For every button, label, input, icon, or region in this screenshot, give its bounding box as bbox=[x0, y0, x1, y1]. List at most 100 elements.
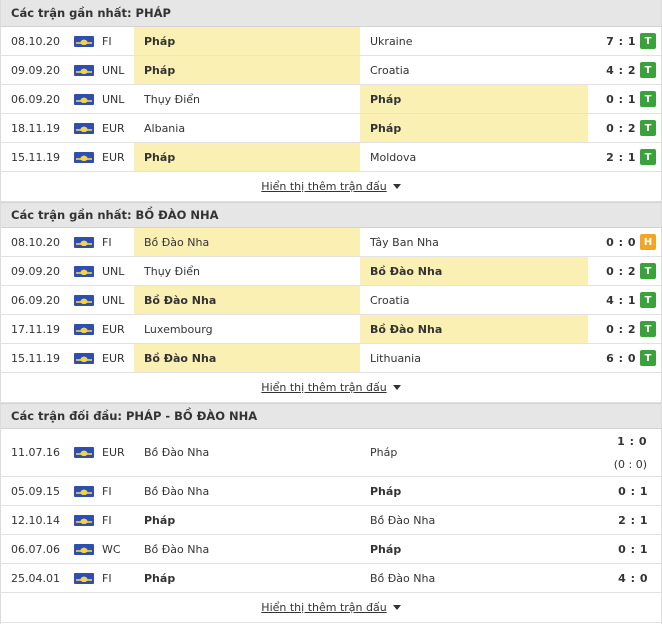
match-date: 06.09.20 bbox=[11, 293, 60, 307]
home-team-cell[interactable]: Bồ Đào Nha bbox=[134, 344, 360, 372]
match-row[interactable]: 08.10.20 FI Bồ Đào Nha Tây Ban Nha 0 : 0 H bbox=[1, 228, 661, 257]
match-score: 2 : 1 bbox=[618, 513, 648, 527]
section-0: Các trận gần nhất: PHÁP 08.10.20 FI Pháp Ukr… bbox=[1, 0, 661, 202]
section-title: Các trận gần nhất: PHÁP bbox=[1, 0, 661, 27]
match-row[interactable]: 18.11.19 EUR Albania Pháp 0 : 2 T bbox=[1, 114, 661, 143]
home-team-cell[interactable]: Pháp bbox=[134, 564, 360, 592]
match-row[interactable]: 15.11.19 EUR Pháp Moldova 2 : 1 T bbox=[1, 143, 661, 172]
match-row[interactable]: 05.09.15 FI Bồ Đào Nha Pháp 0 : 1 bbox=[1, 477, 661, 506]
home-team-cell[interactable]: Bồ Đào Nha bbox=[134, 228, 360, 256]
match-score: 0 : 2 bbox=[606, 322, 636, 336]
world-flag-icon bbox=[74, 236, 94, 248]
world-flag-icon bbox=[74, 485, 94, 497]
show-more-row: Hiển thị thêm trận đấu bbox=[1, 593, 661, 623]
competition-code: EUR bbox=[102, 446, 125, 459]
score-stack: 1 : 0 (0 : 0) bbox=[614, 433, 647, 475]
match-date: 05.09.15 bbox=[11, 484, 60, 498]
world-flag-icon bbox=[74, 572, 94, 584]
away-team: Moldova bbox=[370, 150, 417, 164]
result-badge: T bbox=[640, 321, 656, 337]
match-score: 0 : 1 bbox=[606, 92, 636, 106]
home-team: Bồ Đào Nha bbox=[144, 235, 210, 249]
match-date: 09.09.20 bbox=[11, 264, 60, 278]
away-team-cell[interactable]: Bồ Đào Nha bbox=[360, 564, 588, 592]
away-team-cell[interactable]: Pháp bbox=[360, 85, 588, 113]
show-more-row: Hiển thị thêm trận đấu bbox=[1, 373, 661, 403]
home-team-cell[interactable]: Pháp bbox=[134, 27, 360, 55]
away-team-cell[interactable]: Bồ Đào Nha bbox=[360, 315, 588, 343]
show-more-link[interactable]: Hiển thị thêm trận đấu bbox=[261, 601, 401, 614]
match-score: 4 : 1 bbox=[606, 293, 636, 307]
home-team-cell[interactable]: Bồ Đào Nha bbox=[134, 477, 360, 505]
show-more-link[interactable]: Hiển thị thêm trận đấu bbox=[261, 381, 401, 394]
home-team-cell[interactable]: Bồ Đào Nha bbox=[134, 286, 360, 314]
home-team: Thụy Điển bbox=[144, 92, 200, 106]
home-team-cell[interactable]: Luxembourg bbox=[134, 315, 360, 343]
match-date: 15.11.19 bbox=[11, 150, 60, 164]
match-score: 0 : 2 bbox=[606, 121, 636, 135]
away-team-cell[interactable]: Tây Ban Nha bbox=[360, 228, 588, 256]
away-team-cell[interactable]: Moldova bbox=[360, 143, 588, 171]
world-flag-icon bbox=[74, 93, 94, 105]
away-team-cell[interactable]: Bồ Đào Nha bbox=[360, 506, 588, 534]
away-team-cell[interactable]: Pháp bbox=[360, 114, 588, 142]
competition-code: UNL bbox=[102, 293, 125, 307]
home-team-cell[interactable]: Pháp bbox=[134, 506, 360, 534]
home-team-cell[interactable]: Thụy Điển bbox=[134, 85, 360, 113]
match-row[interactable]: 08.10.20 FI Pháp Ukraine 7 : 1 T bbox=[1, 27, 661, 56]
result-badge: T bbox=[640, 62, 656, 78]
away-team-cell[interactable]: Croatia bbox=[360, 286, 588, 314]
competition-code: EUR bbox=[102, 351, 125, 365]
match-date: 25.04.01 bbox=[11, 571, 60, 585]
home-team-cell[interactable]: Albania bbox=[134, 114, 360, 142]
home-team: Pháp bbox=[144, 513, 176, 527]
home-team-cell[interactable]: Pháp bbox=[134, 56, 360, 84]
match-row[interactable]: 06.09.20 UNL Thụy Điển Pháp 0 : 1 T bbox=[1, 85, 661, 114]
home-team: Bồ Đào Nha bbox=[144, 293, 217, 307]
competition-code: EUR bbox=[102, 322, 125, 336]
away-team-cell[interactable]: Lithuania bbox=[360, 344, 588, 372]
show-more-label: Hiển thị thêm trận đấu bbox=[261, 381, 387, 394]
away-team-cell[interactable]: Pháp bbox=[360, 535, 588, 563]
away-team-cell[interactable]: Pháp bbox=[360, 477, 588, 505]
home-team-cell[interactable]: Bồ Đào Nha bbox=[134, 429, 360, 476]
match-row[interactable]: 11.07.16 EUR Bồ Đào Nha Pháp 1 : 0 (0 : 0) bbox=[1, 429, 661, 477]
match-row[interactable]: 09.09.20 UNL Thụy Điển Bồ Đào Nha 0 : 2 T bbox=[1, 257, 661, 286]
match-row[interactable]: 15.11.19 EUR Bồ Đào Nha Lithuania 6 : 0 T bbox=[1, 344, 661, 373]
world-flag-icon bbox=[74, 64, 94, 76]
away-team-cell[interactable]: Ukraine bbox=[360, 27, 588, 55]
show-more-label: Hiển thị thêm trận đấu bbox=[261, 180, 387, 193]
away-team-cell[interactable]: Pháp bbox=[360, 429, 588, 476]
world-flag-icon bbox=[74, 514, 94, 526]
home-team: Bồ Đào Nha bbox=[144, 446, 210, 459]
home-team: Albania bbox=[144, 121, 186, 135]
result-badge: T bbox=[640, 292, 656, 308]
world-flag-icon bbox=[74, 265, 94, 277]
world-flag-icon bbox=[74, 35, 94, 47]
match-row[interactable]: 06.09.20 UNL Bồ Đào Nha Croatia 4 : 1 T bbox=[1, 286, 661, 315]
world-flag-icon bbox=[74, 294, 94, 306]
result-badge: T bbox=[640, 350, 656, 366]
away-team-cell[interactable]: Bồ Đào Nha bbox=[360, 257, 588, 285]
match-date: 18.11.19 bbox=[11, 121, 60, 135]
show-more-link[interactable]: Hiển thị thêm trận đấu bbox=[261, 180, 401, 193]
competition-code: FI bbox=[102, 513, 112, 527]
halftime-score: (0 : 0) bbox=[613, 458, 647, 471]
section-title: Các trận đối đầu: PHÁP - BỒ ĐÀO NHA bbox=[1, 403, 661, 429]
match-row[interactable]: 17.11.19 EUR Luxembourg Bồ Đào Nha 0 : 2 T bbox=[1, 315, 661, 344]
competition-code: FI bbox=[102, 484, 112, 498]
away-team: Pháp bbox=[370, 121, 402, 135]
home-team-cell[interactable]: Thụy Điển bbox=[134, 257, 360, 285]
result-badge: H bbox=[640, 234, 656, 250]
match-row[interactable]: 12.10.14 FI Pháp Bồ Đào Nha 2 : 1 bbox=[1, 506, 661, 535]
caret-down-icon bbox=[392, 184, 401, 189]
match-row[interactable]: 25.04.01 FI Pháp Bồ Đào Nha 4 : 0 bbox=[1, 564, 661, 593]
match-row[interactable]: 09.09.20 UNL Pháp Croatia 4 : 2 T bbox=[1, 56, 661, 85]
match-row[interactable]: 06.07.06 WC Bồ Đào Nha Pháp 0 : 1 bbox=[1, 535, 661, 564]
match-date: 17.11.19 bbox=[11, 322, 60, 336]
away-team-cell[interactable]: Croatia bbox=[360, 56, 588, 84]
result-badge: T bbox=[640, 263, 656, 279]
competition-code: EUR bbox=[102, 150, 125, 164]
home-team-cell[interactable]: Bồ Đào Nha bbox=[134, 535, 360, 563]
home-team-cell[interactable]: Pháp bbox=[134, 143, 360, 171]
